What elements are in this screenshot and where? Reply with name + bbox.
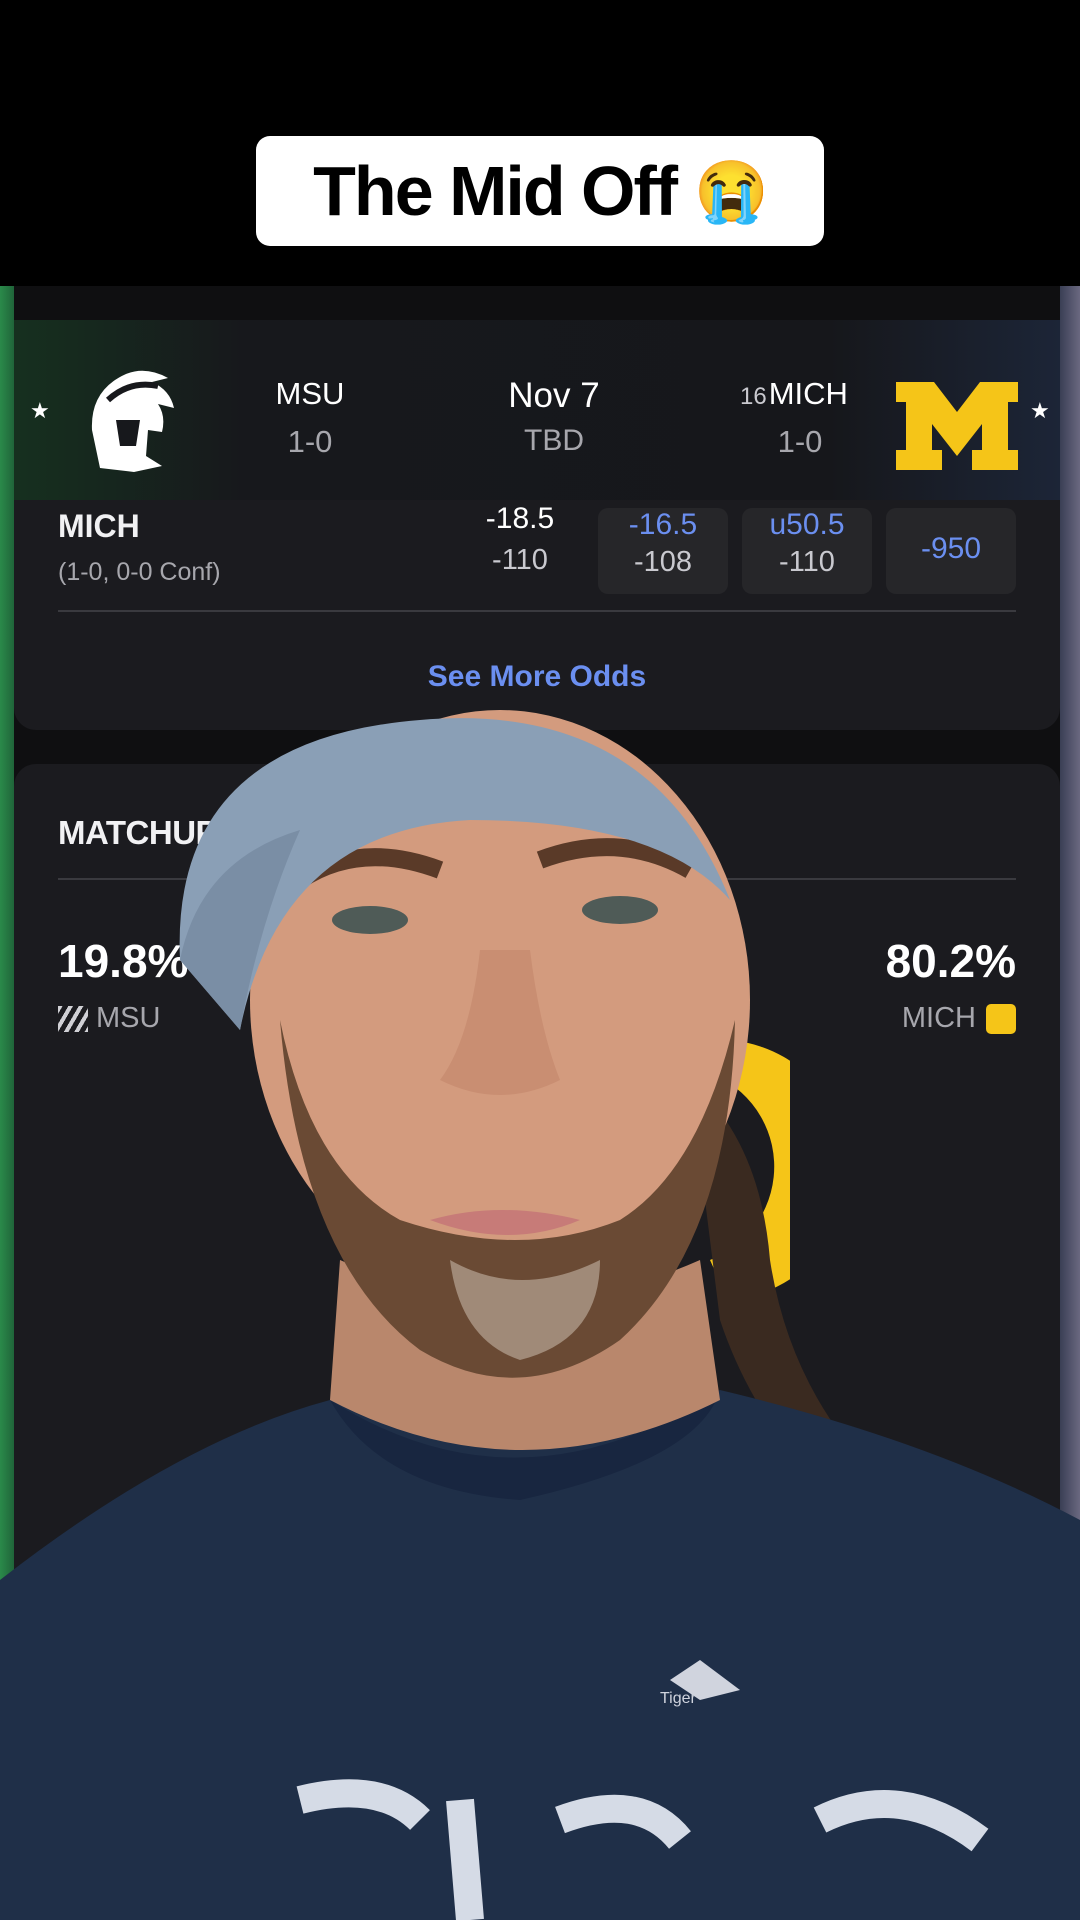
see-more-odds-link[interactable]: See More Odds xyxy=(14,660,1060,694)
game-time: TBD xyxy=(524,424,584,457)
odds-divider xyxy=(58,610,1016,612)
spread-button[interactable]: -16.5 -108 xyxy=(598,508,728,594)
favorite-star-icon-home[interactable]: ★ xyxy=(1030,398,1050,424)
crying-emoji-icon: 😭 xyxy=(694,157,769,225)
shirt-logo-text: Tiger xyxy=(660,1690,696,1707)
moneyline-button[interactable]: -950 xyxy=(886,508,1016,594)
msu-spartan-logo xyxy=(91,370,174,472)
home-team-record: 1-0 xyxy=(777,424,823,459)
spread-line: -16.5 xyxy=(628,508,698,541)
spread-price: -108 xyxy=(633,546,693,578)
open-price: -110 xyxy=(492,544,548,576)
moneyline-value: -950 xyxy=(920,532,982,565)
total-button[interactable]: u50.5 -110 xyxy=(742,508,872,594)
caption-text: The Mid Off xyxy=(313,152,678,230)
odds-team-name: MICH xyxy=(58,508,140,544)
odds-team-record: (1-0, 0-0 Conf) xyxy=(58,558,221,586)
home-team-name: MICH xyxy=(768,376,848,411)
total-line: u50.5 xyxy=(769,508,845,541)
open-line: -18.5 xyxy=(485,502,555,535)
odds-card: MICH (1-0, 0-0 Conf) -18.5 -110 -16.5 -1… xyxy=(14,500,1060,730)
home-team-name-row: 16MICH xyxy=(714,376,874,412)
total-price: -110 xyxy=(779,546,835,578)
video-caption: The Mid Off 😭 xyxy=(256,136,824,246)
favorite-star-icon-away[interactable]: ★ xyxy=(30,398,50,424)
home-team-rank: 16 xyxy=(740,383,767,410)
away-team-name: MSU xyxy=(275,376,345,411)
game-header[interactable]: ★ MSU 1-0 Nov 7 TBD 16MICH 1-0 ★ xyxy=(14,320,1060,500)
open-line-cell: -18.5 -110 xyxy=(456,502,584,577)
away-team-record: 1-0 xyxy=(287,424,333,459)
michigan-block-m-logo xyxy=(896,382,1018,470)
person-video-overlay xyxy=(0,710,1080,1920)
game-date: Nov 7 xyxy=(508,376,600,415)
